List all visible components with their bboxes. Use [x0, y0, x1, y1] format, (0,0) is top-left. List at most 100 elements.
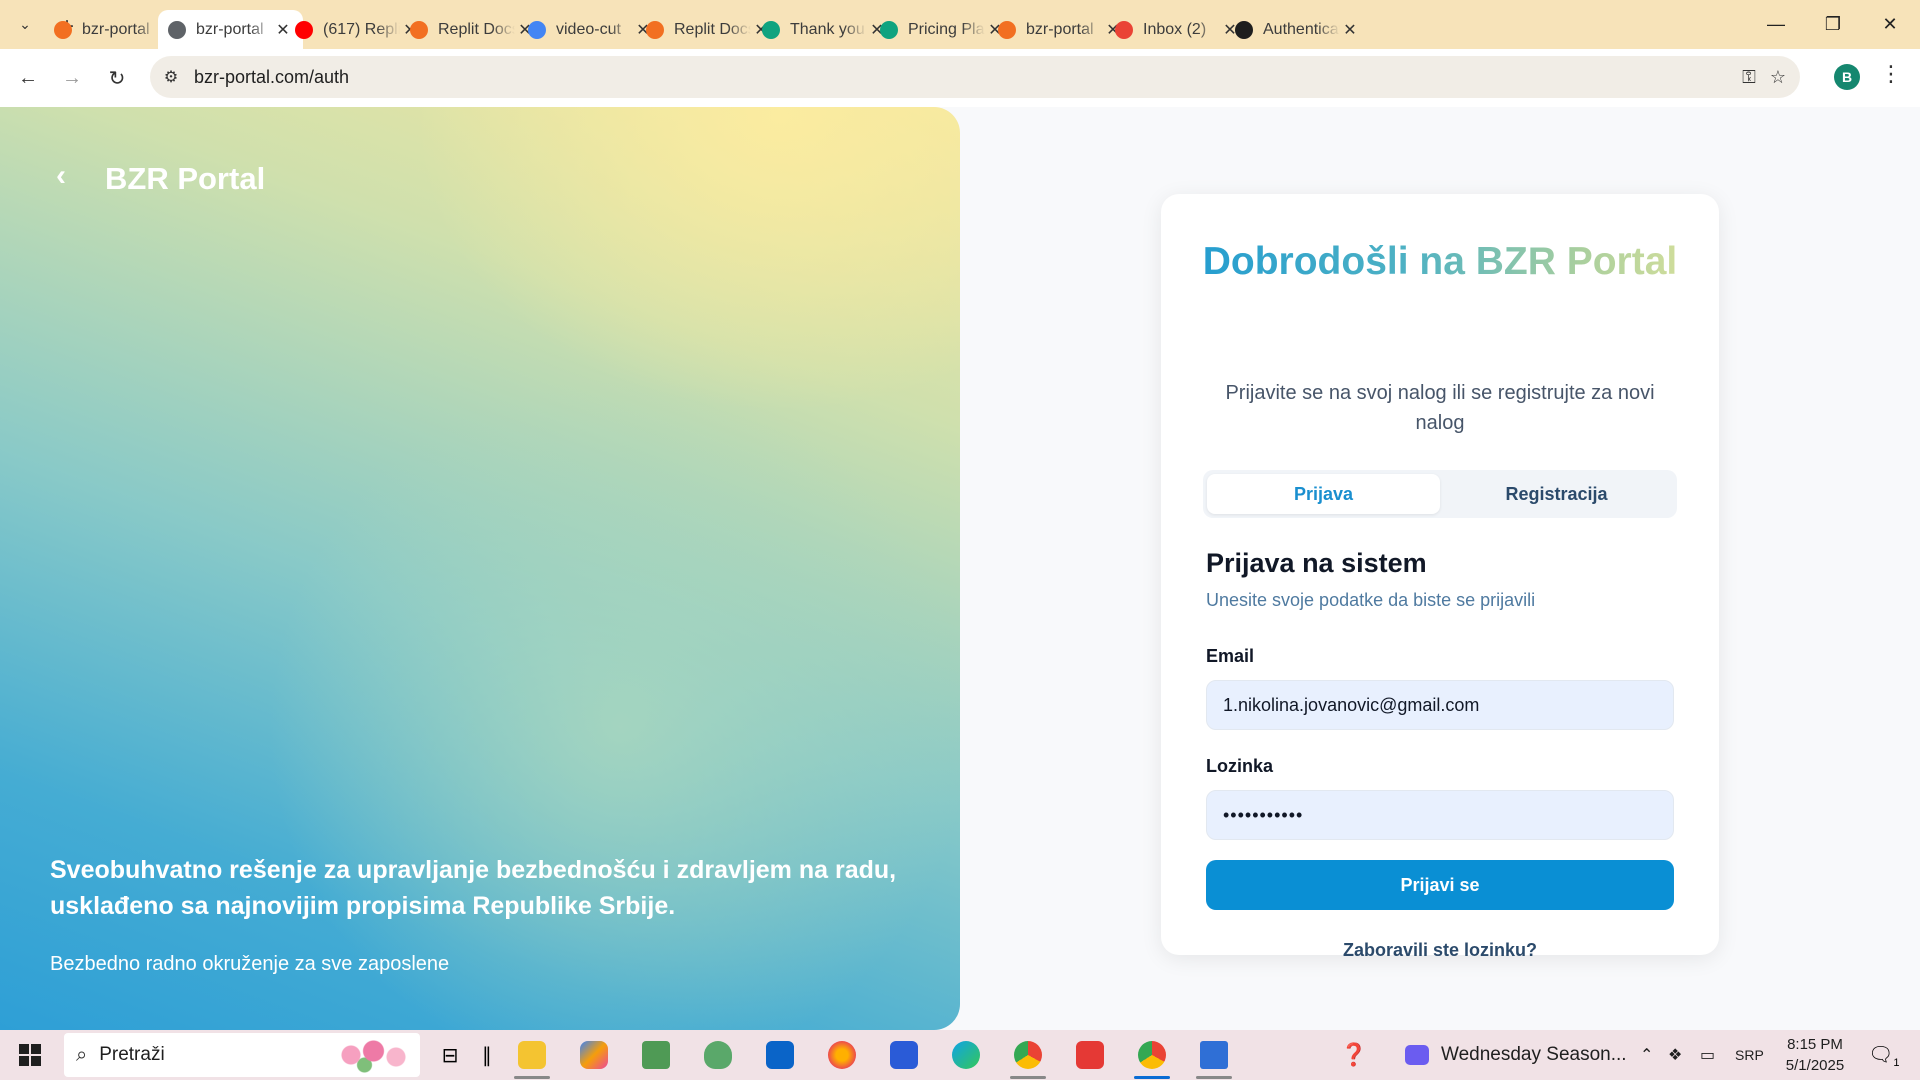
openai-icon — [880, 20, 898, 39]
start-button[interactable] — [0, 1030, 60, 1080]
email-field[interactable]: 1.nikolina.jovanovic@gmail.com — [1206, 680, 1674, 730]
browser-tab-title: bzr-portal — [1026, 20, 1094, 38]
password-key-icon[interactable]: ⚿ — [1742, 67, 1756, 88]
restore-button[interactable]: ❐ — [1805, 0, 1861, 49]
forward-button[interactable]: → — [52, 58, 92, 98]
replit-icon — [646, 20, 664, 39]
outlook-icon[interactable] — [760, 1035, 800, 1075]
task-view-icon[interactable]: ⊟ — [430, 1035, 470, 1075]
form-subtitle: Unesite svoje podatke da biste se prijav… — [1206, 590, 1536, 610]
file-explorer-icon[interactable] — [512, 1035, 552, 1079]
system-clock[interactable]: 8:15 PM 5/1/2025 — [1775, 1034, 1855, 1076]
browser-tab-title: Thank you — [790, 20, 865, 38]
taskbar-search[interactable]: ⌕ Pretraži — [64, 1033, 420, 1077]
hero-panel: ‹ BZR Portal Sveobuhvatno rešenje za upr… — [0, 107, 960, 1030]
email-label: Email — [1206, 646, 1255, 666]
forgot-password-link[interactable]: Zaboravili ste lozinku? — [1161, 940, 1719, 961]
cube-app-icon[interactable] — [636, 1035, 676, 1075]
auth-tabs: Prijava Registracija — [1203, 470, 1677, 518]
google-icon — [528, 20, 546, 39]
form-title: Prijava na sistem — [1206, 548, 1427, 578]
replit-icon — [998, 20, 1016, 39]
notification-center-icon[interactable]: 🗨1 — [1868, 1042, 1900, 1069]
chrome-icon[interactable] — [1008, 1035, 1048, 1079]
browser-tab-title: bzr-portal — [82, 20, 150, 38]
browser-tab-title: Replit Docs — [438, 20, 515, 38]
hero-headline: Sveobuhvatno rešenje za upravljanje bezb… — [50, 856, 897, 920]
auth-card: Dobrodošli na BZR Portal Prijavite se na… — [1161, 194, 1719, 960]
browser-tab-title: video-cut — [556, 20, 621, 38]
password-label: Lozinka — [1206, 756, 1274, 776]
weather-text: Wednesday Season... — [1441, 1044, 1627, 1065]
battery-icon[interactable]: ▭ — [1700, 1030, 1715, 1080]
browser-tab-title: (617) Replit — [323, 20, 400, 38]
card-title: Dobrodošli na BZR Portal — [1161, 240, 1719, 284]
dropbox-icon[interactable]: ❖ — [1668, 1030, 1682, 1080]
browser-tab-title: Pricing Plans — [908, 20, 985, 38]
document-app-icon[interactable] — [1194, 1035, 1234, 1079]
windows-taskbar: ⌕ Pretraži ⊟ ∥ ❓ Wednesday Season... ⌃ ❖… — [0, 1030, 1920, 1080]
edge-icon[interactable] — [946, 1035, 986, 1075]
password-field[interactable]: ••••••••••• — [1206, 790, 1674, 840]
help-icon[interactable]: ❓ — [1340, 1030, 1367, 1080]
restore-icon: ❐ — [1824, 14, 1842, 34]
url-text[interactable]: bzr-portal.com/auth — [194, 67, 349, 88]
auth-page: ‹ BZR Portal Sveobuhvatno rešenje za upr… — [0, 107, 1920, 1030]
supabase-icon — [1235, 20, 1253, 39]
close-icon: ✕ — [1882, 14, 1898, 34]
chrome-profile-icon[interactable] — [1132, 1035, 1172, 1079]
gmail-icon — [1115, 20, 1133, 39]
back-chevron-icon[interactable]: ‹ — [56, 159, 66, 193]
windows-logo-icon — [19, 1044, 41, 1066]
notification-count: 1 — [1893, 1057, 1900, 1069]
store-icon[interactable] — [884, 1035, 924, 1075]
search-icon: ⌕ — [76, 1043, 88, 1066]
minimize-icon: — — [1767, 14, 1785, 34]
chevron-down-icon: ⌄ — [19, 16, 31, 32]
tab-close-icon[interactable]: ✕ — [1340, 20, 1360, 40]
tray-chevron-icon[interactable]: ⌃ — [1640, 1030, 1653, 1080]
taskbar-search-placeholder: Pretraži — [99, 1044, 165, 1065]
hero-brand[interactable]: BZR Portal — [105, 161, 265, 197]
clock-time: 8:15 PM — [1787, 1036, 1843, 1053]
address-bar[interactable]: ⚙ bzr-portal.com/auth ⚿ ☆ — [150, 56, 1800, 98]
clock-date: 5/1/2025 — [1785, 1057, 1845, 1074]
browser-tab[interactable]: bzr-portal✕ — [158, 10, 303, 49]
minimize-button[interactable]: — — [1748, 0, 1804, 49]
arrow-right-icon: → — [62, 66, 82, 89]
bookmark-star-icon[interactable]: ☆ — [1770, 67, 1786, 88]
weather-widget[interactable]: Wednesday Season... — [1405, 1030, 1627, 1080]
back-button[interactable]: ← — [8, 58, 48, 98]
language-indicator[interactable]: SRP — [1735, 1030, 1764, 1080]
tab-register[interactable]: Registracija — [1440, 474, 1673, 514]
profile-avatar[interactable]: B — [1834, 64, 1860, 90]
green-app-icon[interactable] — [698, 1035, 738, 1075]
reload-icon: ↻ — [108, 67, 126, 90]
tab-login[interactable]: Prijava — [1207, 474, 1440, 514]
login-submit-button[interactable]: Prijavi se — [1206, 860, 1674, 910]
browser-tab-title: Replit Docs — [674, 20, 751, 38]
youtube-icon — [295, 20, 313, 39]
card-description: Prijavite se na svoj nalog ili se regist… — [1225, 382, 1655, 434]
widgets-divider-icon: ∥ — [482, 1044, 492, 1067]
browser-menu-icon[interactable]: ⋮ — [1880, 61, 1902, 87]
search-highlight-image — [324, 1035, 414, 1075]
hero-subline: Bezbedno radno okruženje za sve zaposlen… — [50, 953, 450, 975]
openai-icon — [762, 20, 780, 39]
reload-button[interactable]: ↻ — [97, 58, 137, 98]
browser-toolbar: ← → ↻ ⚙ bzr-portal.com/auth ⚿ ☆ B ⋮ — [0, 49, 1920, 107]
tab-strip: ⌄ bzr-portal✕bzr-portal✕(617) Replit✕Rep… — [0, 0, 1920, 49]
video-icon — [1405, 1045, 1429, 1065]
firefox-icon[interactable] — [822, 1035, 862, 1075]
browser-tab-title: Inbox (2) — [1143, 20, 1207, 38]
tab-search-button[interactable]: ⌄ — [8, 8, 42, 42]
browser-tab-title: Authentication — [1263, 20, 1340, 38]
replit-icon — [410, 20, 428, 39]
copilot-icon[interactable] — [574, 1035, 614, 1075]
browser-tab[interactable]: Authentication✕ — [1225, 10, 1370, 49]
git-app-icon[interactable] — [1070, 1035, 1110, 1075]
site-settings-icon[interactable]: ⚙ — [150, 67, 192, 87]
close-window-button[interactable]: ✕ — [1862, 0, 1918, 49]
globe-icon — [168, 20, 186, 39]
browser-tab-title: bzr-portal — [196, 20, 264, 38]
